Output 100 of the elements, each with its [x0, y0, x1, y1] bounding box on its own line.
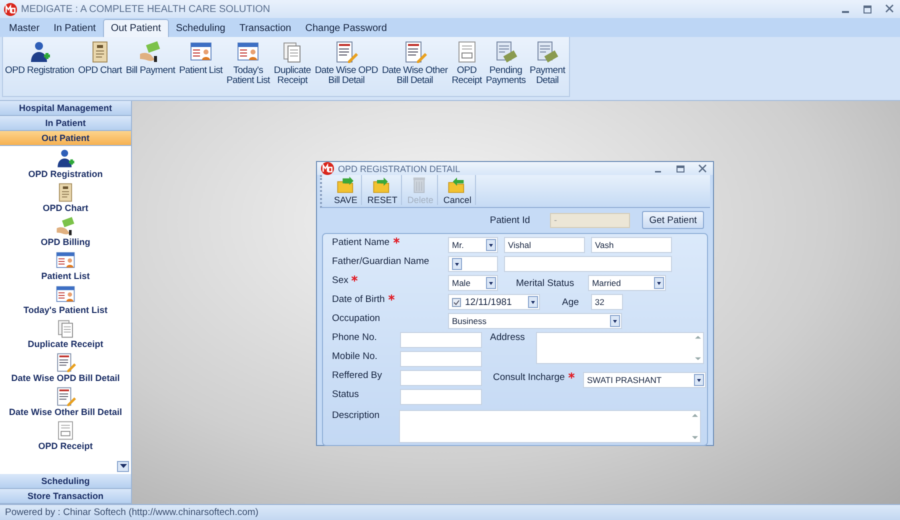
menu-tab[interactable]: Change Password	[298, 19, 394, 37]
text-field[interactable]	[400, 332, 482, 348]
sidebar-group-header[interactable]: In Patient	[0, 116, 131, 131]
field-label: Patient Id	[490, 214, 530, 226]
dialog-title: OPD REGISTRATION DETAIL	[338, 164, 462, 174]
ribbon-button[interactable]: Bill Payment	[124, 40, 178, 76]
sidebar-item[interactable]: OPD Receipt	[38, 418, 93, 452]
money-hand-icon	[55, 216, 76, 237]
caret-icon	[610, 315, 620, 327]
sidebar-item[interactable]: Patient List	[41, 248, 90, 282]
sidebar-group-header[interactable]: Hospital Management	[0, 101, 131, 116]
field-label: Date of Birth	[332, 294, 385, 305]
address-field[interactable]	[536, 332, 704, 364]
caret-icon	[452, 258, 462, 270]
restore-icon[interactable]	[862, 3, 874, 15]
document-icon	[55, 318, 76, 339]
folder-arrow-icon	[336, 175, 356, 195]
caret-icon	[486, 239, 496, 251]
dropdown-field[interactable]: Mr.	[448, 237, 498, 253]
dropdown-field[interactable]: SWATI PRASHANT	[583, 372, 706, 388]
field-label: Status	[332, 389, 360, 402]
ribbon-button[interactable]: Pending Payments	[484, 40, 528, 86]
text-field[interactable]	[400, 370, 482, 386]
close-icon[interactable]	[884, 3, 896, 15]
sidebar-group-header[interactable]: Out Patient	[0, 131, 131, 146]
dropdown-field[interactable]: Business	[448, 313, 622, 329]
scroll-down-button[interactable]	[117, 461, 129, 472]
edit-document-icon	[334, 40, 358, 64]
toolbar-button[interactable]: Cancel	[439, 175, 476, 205]
money-document-icon	[494, 40, 518, 64]
status-bar: Powered by : Chinar Softech (http://www.chinarsoftech.com)	[0, 504, 900, 520]
sidebar-item[interactable]: OPD Chart	[42, 180, 88, 214]
caret-icon	[120, 464, 126, 469]
scrollbar-icon	[691, 412, 699, 441]
caret-icon	[694, 374, 704, 386]
list-card-icon	[55, 284, 76, 305]
edit-document-icon	[54, 352, 76, 373]
scrollbar-icon	[694, 334, 702, 362]
field-label: Consult Incharge	[493, 372, 565, 383]
field-label: Age	[562, 296, 579, 308]
ribbon-button[interactable]: OPD Chart	[76, 40, 124, 76]
ribbon-button[interactable]: Patient List	[177, 40, 224, 76]
patient-id-field[interactable]: -	[550, 212, 630, 228]
field-label: Address	[490, 332, 526, 343]
toolbar-button[interactable]: RESET	[363, 175, 402, 205]
app-title: MEDIGATE : A COMPLETE HEALTH CARE SOLUTION	[21, 4, 272, 14]
logo-icon	[4, 2, 17, 16]
caret-icon	[528, 296, 538, 308]
menu-tab[interactable]: Scheduling	[168, 19, 232, 37]
money-hand-icon	[138, 40, 162, 64]
text-field[interactable]: Vash	[591, 237, 672, 253]
text-field[interactable]	[400, 351, 482, 367]
ribbon-button[interactable]: Duplicate Receipt	[272, 40, 313, 86]
money-document-icon	[535, 40, 560, 64]
checkbox[interactable]	[452, 298, 461, 306]
field-label: Description	[332, 410, 381, 421]
ribbon-button[interactable]: OPD Receipt	[450, 40, 484, 86]
field-label: Father/Guardian Name	[332, 256, 430, 267]
text-field[interactable]	[400, 389, 482, 405]
close-icon[interactable]	[697, 162, 709, 174]
sidebar-item[interactable]: OPD Registration	[28, 146, 103, 180]
person-plus-icon	[54, 148, 76, 169]
maximize-icon[interactable]	[675, 162, 687, 174]
caret-icon	[486, 277, 496, 289]
menu-tab[interactable]: Transaction	[232, 19, 298, 37]
date-field[interactable]: 12/11/1981	[448, 294, 540, 310]
ribbon-button[interactable]: OPD Registration	[3, 40, 76, 76]
sidebar-group-header[interactable]: Scheduling	[0, 474, 131, 489]
menu-tab[interactable]: In Patient	[46, 19, 103, 37]
ribbon-button[interactable]: Today's Patient List	[224, 40, 272, 86]
toolbar-button[interactable]: SAVE	[330, 175, 362, 205]
logo-icon	[321, 162, 334, 175]
sidebar-item[interactable]: OPD Billing	[40, 214, 90, 248]
dropdown-field[interactable]: Male	[448, 275, 498, 291]
text-field[interactable]: Vishal	[504, 237, 585, 253]
description-field[interactable]	[398, 410, 701, 443]
ribbon-button[interactable]: Payment Detail	[528, 40, 568, 86]
sidebar-item[interactable]: Duplicate Receipt	[28, 316, 104, 350]
field-label: Occupation	[332, 313, 380, 324]
ribbon-button[interactable]: Date Wise OPD Bill Detail	[312, 40, 380, 86]
field-label: Mobile No.	[332, 351, 378, 364]
text-field[interactable]: 32	[590, 294, 623, 310]
edit-document-icon	[54, 386, 76, 407]
dropdown-field[interactable]: Married	[588, 275, 666, 291]
text-field[interactable]	[504, 256, 672, 272]
field-label: Sex	[332, 275, 348, 286]
menu-tab[interactable]: Out Patient	[102, 19, 169, 37]
menu-tab[interactable]: Master	[2, 19, 47, 37]
get-patient-button[interactable]: Get Patient	[642, 211, 704, 229]
field-label: Reffered By	[332, 370, 383, 383]
dropdown-field[interactable]	[448, 256, 498, 272]
field-label: Patient Name	[332, 237, 390, 248]
sidebar-item[interactable]: Date Wise Other Bill Detail	[9, 384, 122, 418]
sidebar-group-header[interactable]: Store Transaction	[0, 489, 131, 504]
sidebar-item[interactable]: Today's Patient List	[24, 282, 108, 316]
field-label: Merital Status	[516, 278, 574, 288]
caret-icon	[654, 277, 664, 289]
ribbon-button[interactable]: Date Wise Other Bill Detail	[380, 40, 450, 86]
sidebar-item[interactable]: Date Wise OPD Bill Detail	[11, 350, 120, 384]
list-card-icon	[54, 250, 76, 271]
